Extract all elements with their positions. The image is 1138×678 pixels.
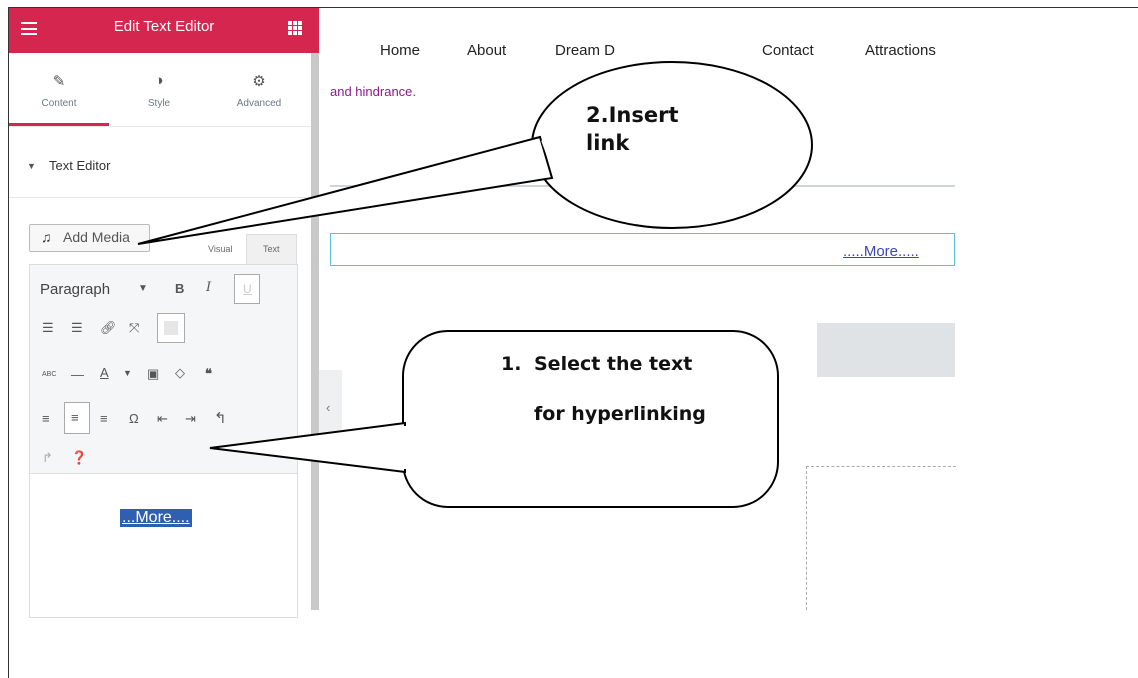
insert-callout-line2: link — [586, 131, 630, 155]
insert-callout-line1: 2.Insert — [586, 103, 679, 127]
select-callout-pointer — [209, 421, 406, 474]
select-callout-number: 1. — [501, 353, 522, 375]
insert-callout-pointer — [137, 135, 554, 245]
callout-overlay — [137, 61, 813, 508]
select-callout-line2: for hyperlinking — [534, 403, 706, 425]
insert-callout-bubble — [531, 61, 813, 229]
select-callout-line1: Select the text — [534, 353, 693, 375]
